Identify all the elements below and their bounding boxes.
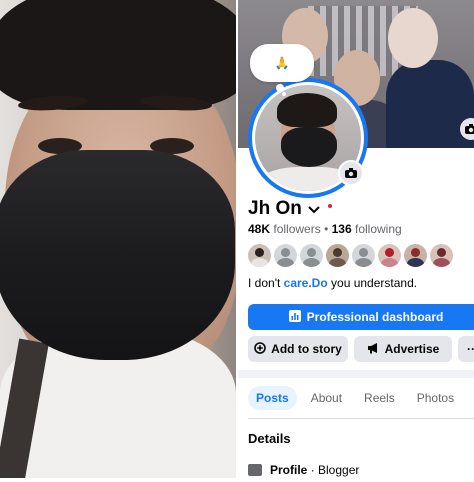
add-to-story-label: Add to story [271,342,342,356]
friend-avatar[interactable] [352,244,375,267]
detail-profile-label: Profile [270,463,308,477]
chart-icon [288,309,301,325]
photo-face-mask [0,150,235,360]
profile-tabs: Posts About Reels Photos [248,386,462,410]
tab-divider [248,418,474,419]
profile-panel: 🙏 Jh On 48K followers • 136 following I … [238,0,474,482]
bio-text: I don't [248,276,284,290]
profile-note-bubble[interactable]: 🙏 [250,44,314,82]
selfie-photo [0,0,236,482]
stats-separator: • [324,222,329,236]
tab-about[interactable]: About [303,386,350,410]
note-bubble-tail [276,84,284,92]
chevron-down-icon[interactable] [308,201,320,217]
info-card-icon [248,464,262,476]
detail-profile-category: Blogger [318,463,360,477]
tab-photos[interactable]: Photos [409,386,462,410]
avatar-hair [277,93,337,127]
avatar-mask [281,127,337,167]
follow-stats: 48K followers • 136 following [248,222,402,236]
bottom-border [0,478,474,482]
profile-name-row[interactable]: Jh On [248,198,332,220]
tab-reels[interactable]: Reels [356,386,403,410]
friend-avatar[interactable] [404,244,427,267]
plus-circle-icon [254,341,266,357]
friend-avatars [248,244,453,267]
advertise-button[interactable]: Advertise [354,336,452,362]
friend-avatar[interactable] [430,244,453,267]
advertise-label: Advertise [384,342,440,356]
profile-name: Jh On [248,198,302,219]
professional-dashboard-label: Professional dashboard [306,310,444,324]
friend-avatar[interactable] [274,244,297,267]
followers-label[interactable]: followers [273,222,320,236]
following-label[interactable]: following [355,222,402,236]
following-count[interactable]: 136 [332,222,352,236]
tab-posts[interactable]: Posts [248,386,297,410]
details-heading: Details [248,431,291,446]
detail-separator: · [307,463,319,477]
professional-dashboard-button[interactable]: Professional dashboard [248,304,474,330]
friend-avatar[interactable] [300,244,323,267]
action-button-row: Add to story Advertise ··· [248,336,474,362]
friend-avatar[interactable] [378,244,401,267]
friend-avatar[interactable] [326,244,349,267]
followers-count[interactable]: 48K [248,222,270,236]
megaphone-icon [367,342,380,357]
section-divider [238,370,474,378]
notification-dot [327,204,332,208]
friend-avatar[interactable] [248,244,271,267]
cover-person [388,8,438,68]
detail-profile-row: Profile · Blogger [248,463,359,477]
profile-bio: I don't care.Do you understand. [248,276,417,290]
bio-link[interactable]: care.Do [284,276,328,290]
photo-hair [0,0,236,110]
add-to-story-button[interactable]: Add to story [248,336,348,362]
bio-text: you understand. [327,276,418,290]
more-label: ··· [467,342,474,356]
note-emoji: 🙏 [274,56,290,70]
note-bubble-tail [282,92,286,96]
more-button[interactable]: ··· [458,336,474,362]
camera-icon[interactable] [338,160,364,186]
